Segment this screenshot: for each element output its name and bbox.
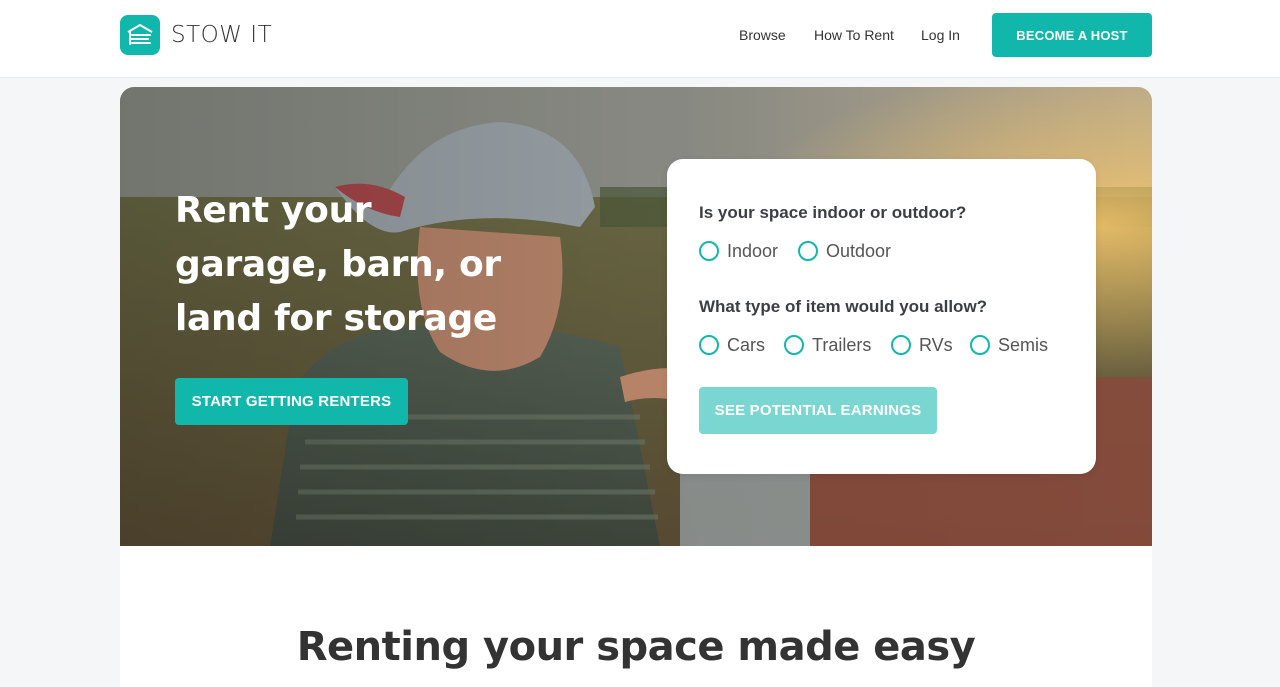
- radio-option-semis[interactable]: Semis: [970, 334, 1048, 356]
- see-potential-earnings-button[interactable]: SEE POTENTIAL EARNINGS: [699, 387, 937, 434]
- brand-name: STOW IT: [171, 22, 273, 48]
- section-title: Renting your space made easy: [296, 624, 976, 670]
- earnings-form-card: Is your space indoor or outdoor? Indoor …: [667, 159, 1096, 474]
- radio-trailers[interactable]: [784, 335, 804, 355]
- radio-rvs[interactable]: [891, 335, 911, 355]
- logo[interactable]: STOW IT: [120, 15, 272, 55]
- radio-label-trailers: Trailers: [812, 334, 872, 355]
- how-it-works-section: Renting your space made easy: [120, 546, 1152, 687]
- question-indoor-outdoor: Is your space indoor or outdoor?: [699, 203, 967, 222]
- become-host-button[interactable]: BECOME A HOST: [992, 13, 1152, 57]
- top-nav: STOW IT Browse How To Rent Log In BECOME…: [0, 0, 1280, 78]
- hero-title: Rent your garage, barn, or land for stor…: [175, 190, 501, 339]
- hero-section: Rent your garage, barn, or land for stor…: [120, 87, 1152, 546]
- radio-option-rvs[interactable]: RVs: [891, 334, 953, 356]
- start-getting-renters-button[interactable]: START GETTING RENTERS: [175, 378, 408, 425]
- radio-option-indoor[interactable]: Indoor: [699, 240, 778, 262]
- nav-link-browse[interactable]: Browse: [739, 27, 786, 43]
- radio-option-trailers[interactable]: Trailers: [784, 334, 871, 356]
- radio-option-cars[interactable]: Cars: [699, 334, 765, 356]
- radio-cars[interactable]: [699, 335, 719, 355]
- nav-link-log-in[interactable]: Log In: [921, 27, 960, 43]
- radio-label-semis: Semis: [998, 334, 1049, 355]
- radio-label-indoor: Indoor: [727, 240, 779, 261]
- radio-label-outdoor: Outdoor: [826, 240, 892, 261]
- radio-label-cars: Cars: [727, 334, 766, 355]
- storage-logo-icon: [120, 15, 160, 55]
- nav-link-how-to-rent[interactable]: How To Rent: [814, 27, 894, 43]
- radio-indoor[interactable]: [699, 241, 719, 261]
- radio-semis[interactable]: [970, 335, 990, 355]
- radio-outdoor[interactable]: [798, 241, 818, 261]
- radio-label-rvs: RVs: [919, 334, 953, 355]
- radio-option-outdoor[interactable]: Outdoor: [798, 240, 891, 262]
- question-item-type: What type of item would you allow?: [699, 297, 988, 316]
